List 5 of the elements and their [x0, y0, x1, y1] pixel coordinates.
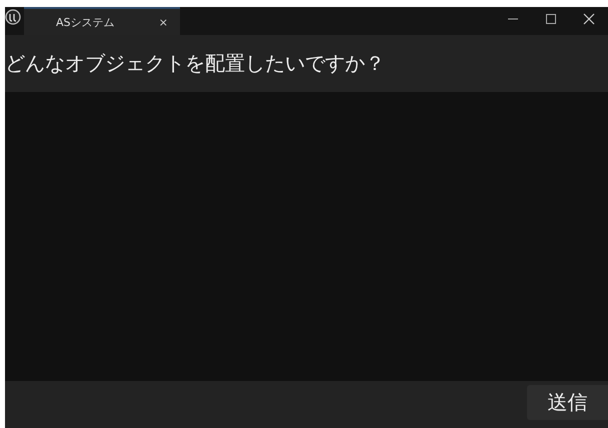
question-text: どんなオブジェクトを配置したいですか？: [5, 50, 385, 77]
send-button[interactable]: 送信: [527, 385, 608, 420]
close-tab-button[interactable]: ×: [158, 16, 168, 28]
logo-icon: [5, 9, 21, 25]
tab[interactable]: ASシステム ×: [24, 7, 180, 35]
